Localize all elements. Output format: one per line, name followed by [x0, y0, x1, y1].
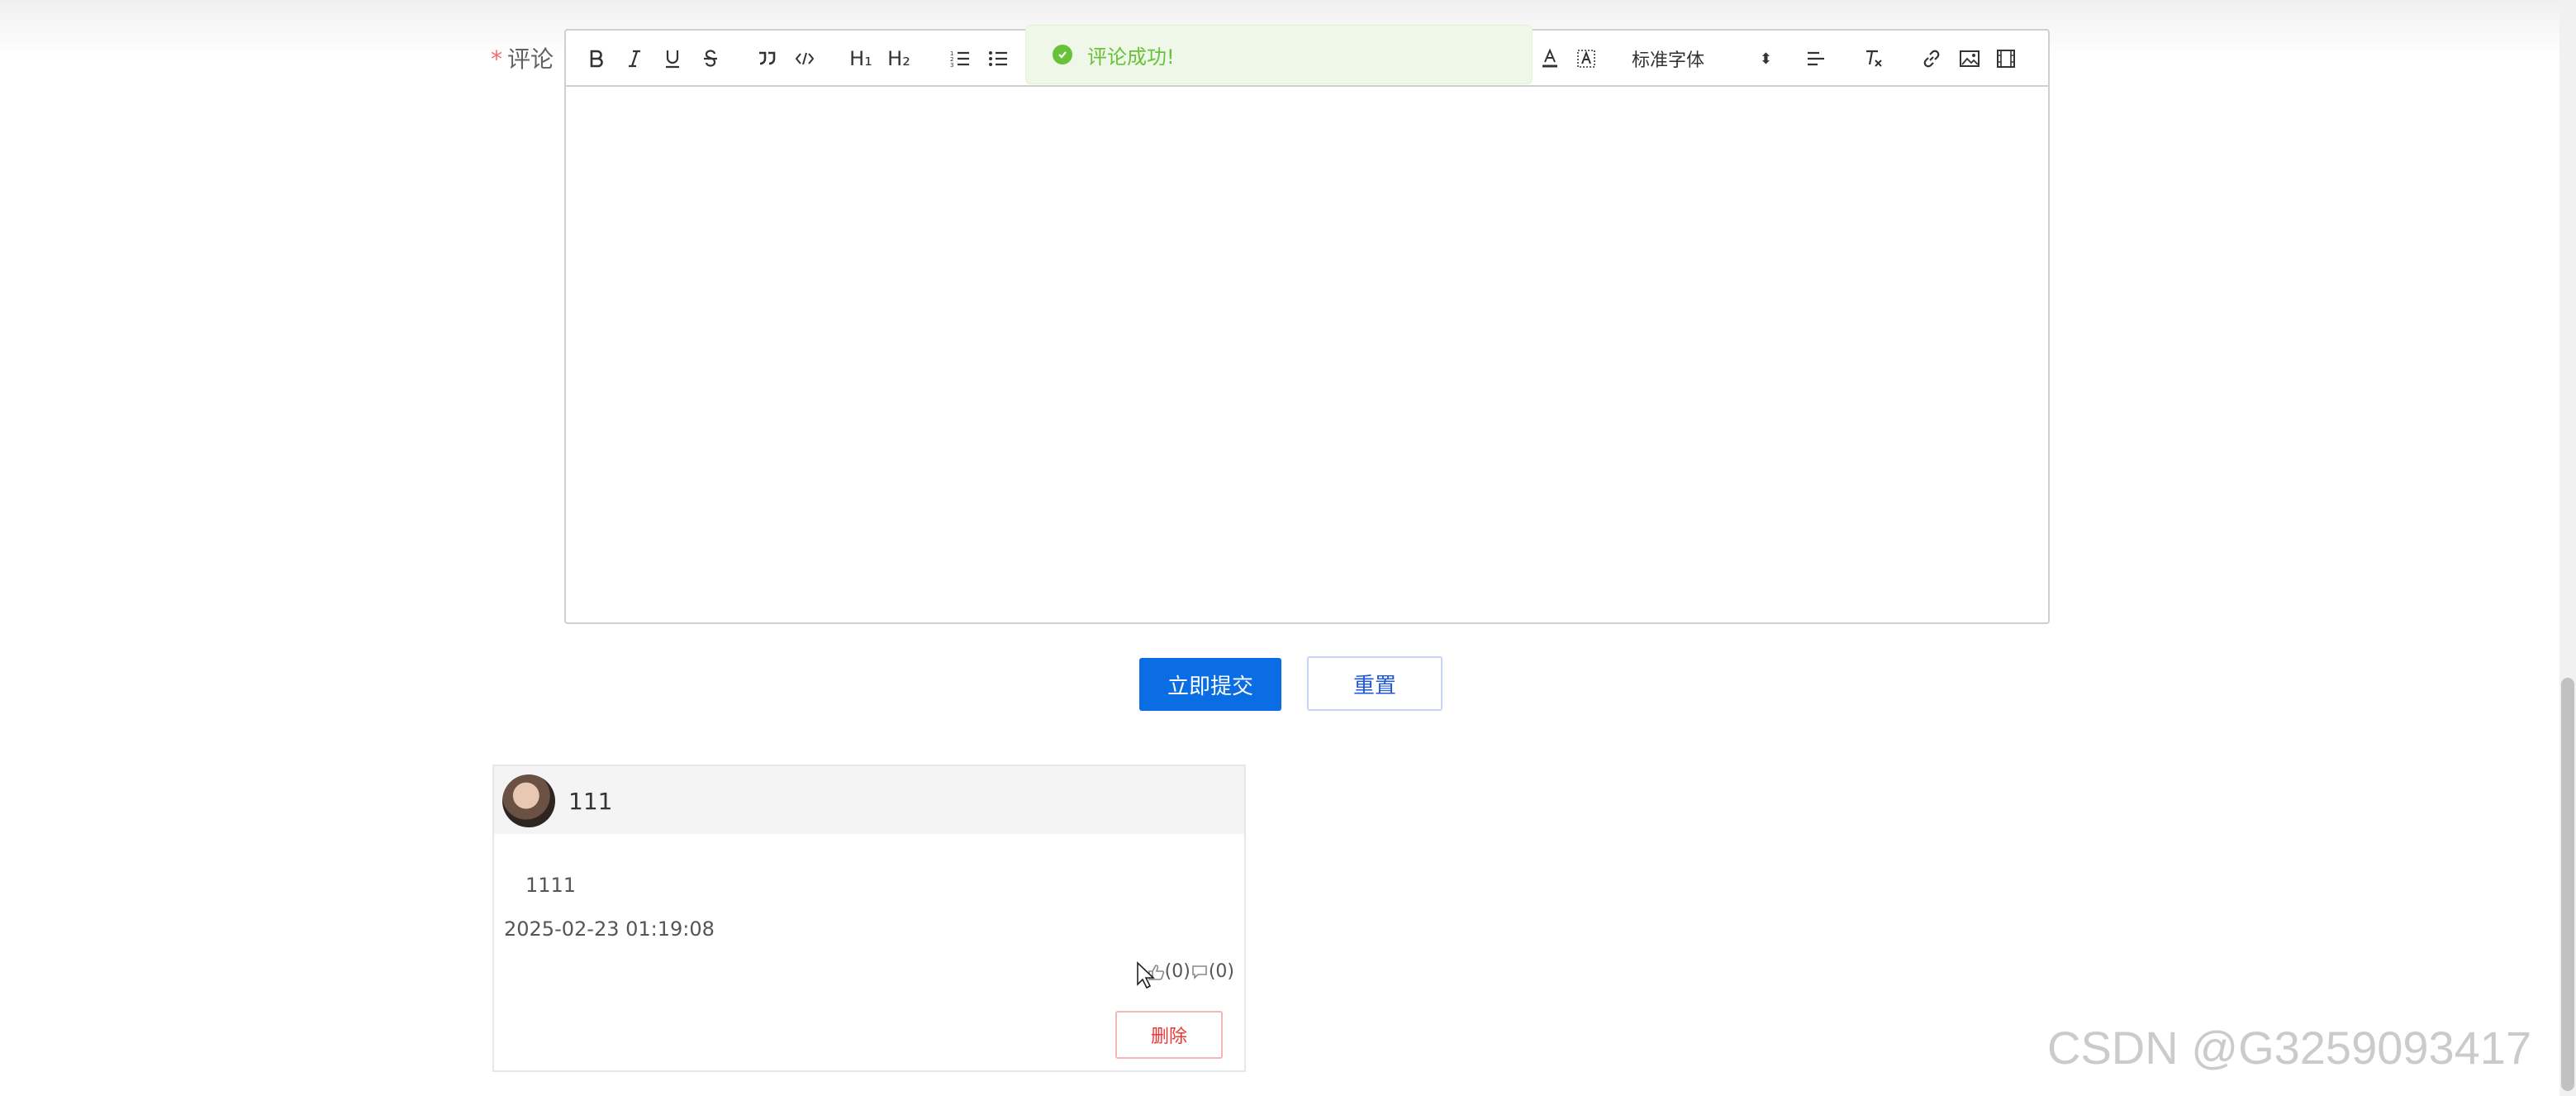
toast-message: 评论成功!: [1087, 45, 1175, 69]
reply-button[interactable]: (0): [1191, 961, 1234, 982]
insert-image-button[interactable]: [1957, 44, 1982, 74]
blockquote-button[interactable]: [754, 44, 779, 74]
bold-icon: [590, 50, 603, 68]
align-button[interactable]: [1804, 44, 1828, 74]
delete-comment-button[interactable]: 删除: [1115, 1011, 1223, 1059]
insert-link-button[interactable]: [1919, 44, 1944, 74]
comment-actions: (0) (0): [1147, 961, 1234, 982]
ordered-list-button[interactable]: 123: [948, 44, 972, 74]
heading2-label: H₂: [887, 47, 910, 70]
mouse-cursor-icon: [1137, 961, 1156, 989]
required-mark: *: [491, 45, 502, 73]
code-icon: [795, 52, 815, 65]
background-color-button[interactable]: [1574, 44, 1599, 74]
bullet-list-button[interactable]: [986, 44, 1010, 74]
comment-timestamp: 2025-02-23 01:19:08: [504, 917, 715, 941]
bold-button[interactable]: [584, 44, 609, 74]
strikethrough-button[interactable]: [698, 44, 723, 74]
image-icon: [1960, 50, 1980, 67]
italic-button[interactable]: [622, 44, 647, 74]
italic-icon: [629, 50, 640, 68]
clear-format-icon: [1866, 50, 1882, 67]
rich-text-editor: H₁ H₂ 123 标准字体 ⬍: [564, 29, 2050, 624]
align-left-icon: [1808, 51, 1824, 66]
heading1-label: H₁: [849, 47, 872, 70]
underline-icon: [666, 50, 679, 69]
success-toast: 评论成功!: [1025, 25, 1533, 84]
strikethrough-icon: [704, 50, 717, 67]
comment-field-label: * 评论: [491, 41, 554, 74]
video-icon: [1997, 50, 2015, 68]
comment-username: 111: [568, 788, 613, 815]
code-block-button[interactable]: [792, 44, 817, 74]
font-family-select[interactable]: 标准字体 ⬍: [1632, 44, 1772, 74]
comment-bubble-icon: [1192, 965, 1207, 979]
comment-card: 111 1111 2025-02-23 01:19:08 (0) (0) 删除: [492, 765, 1246, 1072]
font-color-button[interactable]: [1538, 44, 1562, 74]
success-check-icon: [1053, 45, 1072, 64]
underline-button[interactable]: [660, 44, 685, 74]
editor-content-area[interactable]: [566, 87, 2048, 622]
reset-button[interactable]: 重置: [1307, 656, 1442, 711]
heading1-button[interactable]: H₁: [848, 44, 873, 74]
comment-label-text: 评论: [507, 45, 554, 73]
comment-card-header: 111: [494, 766, 1244, 834]
insert-video-button[interactable]: [1994, 44, 2018, 74]
clear-format-button[interactable]: [1861, 44, 1886, 74]
reply-count: (0): [1208, 961, 1234, 982]
font-color-icon: [1542, 48, 1557, 68]
quote-icon: [759, 51, 776, 65]
page-scrollbar-thumb[interactable]: [2561, 678, 2574, 1091]
bullet-list-icon: [989, 51, 1007, 66]
avatar: [502, 774, 555, 827]
watermark-text: CSDN @G3259093417: [2047, 1022, 2532, 1074]
link-icon: [1923, 50, 1940, 68]
submit-button[interactable]: 立即提交: [1139, 658, 1281, 711]
like-count: (0): [1164, 961, 1191, 982]
background-color-icon: [1577, 50, 1595, 68]
heading2-button[interactable]: H₂: [886, 44, 911, 74]
svg-text:3: 3: [950, 62, 953, 69]
comment-content: 1111: [525, 874, 577, 897]
font-family-value: 标准字体: [1632, 50, 1705, 71]
ordered-list-icon: 123: [950, 50, 969, 69]
select-arrows-icon: ⬍: [1759, 50, 1772, 68]
